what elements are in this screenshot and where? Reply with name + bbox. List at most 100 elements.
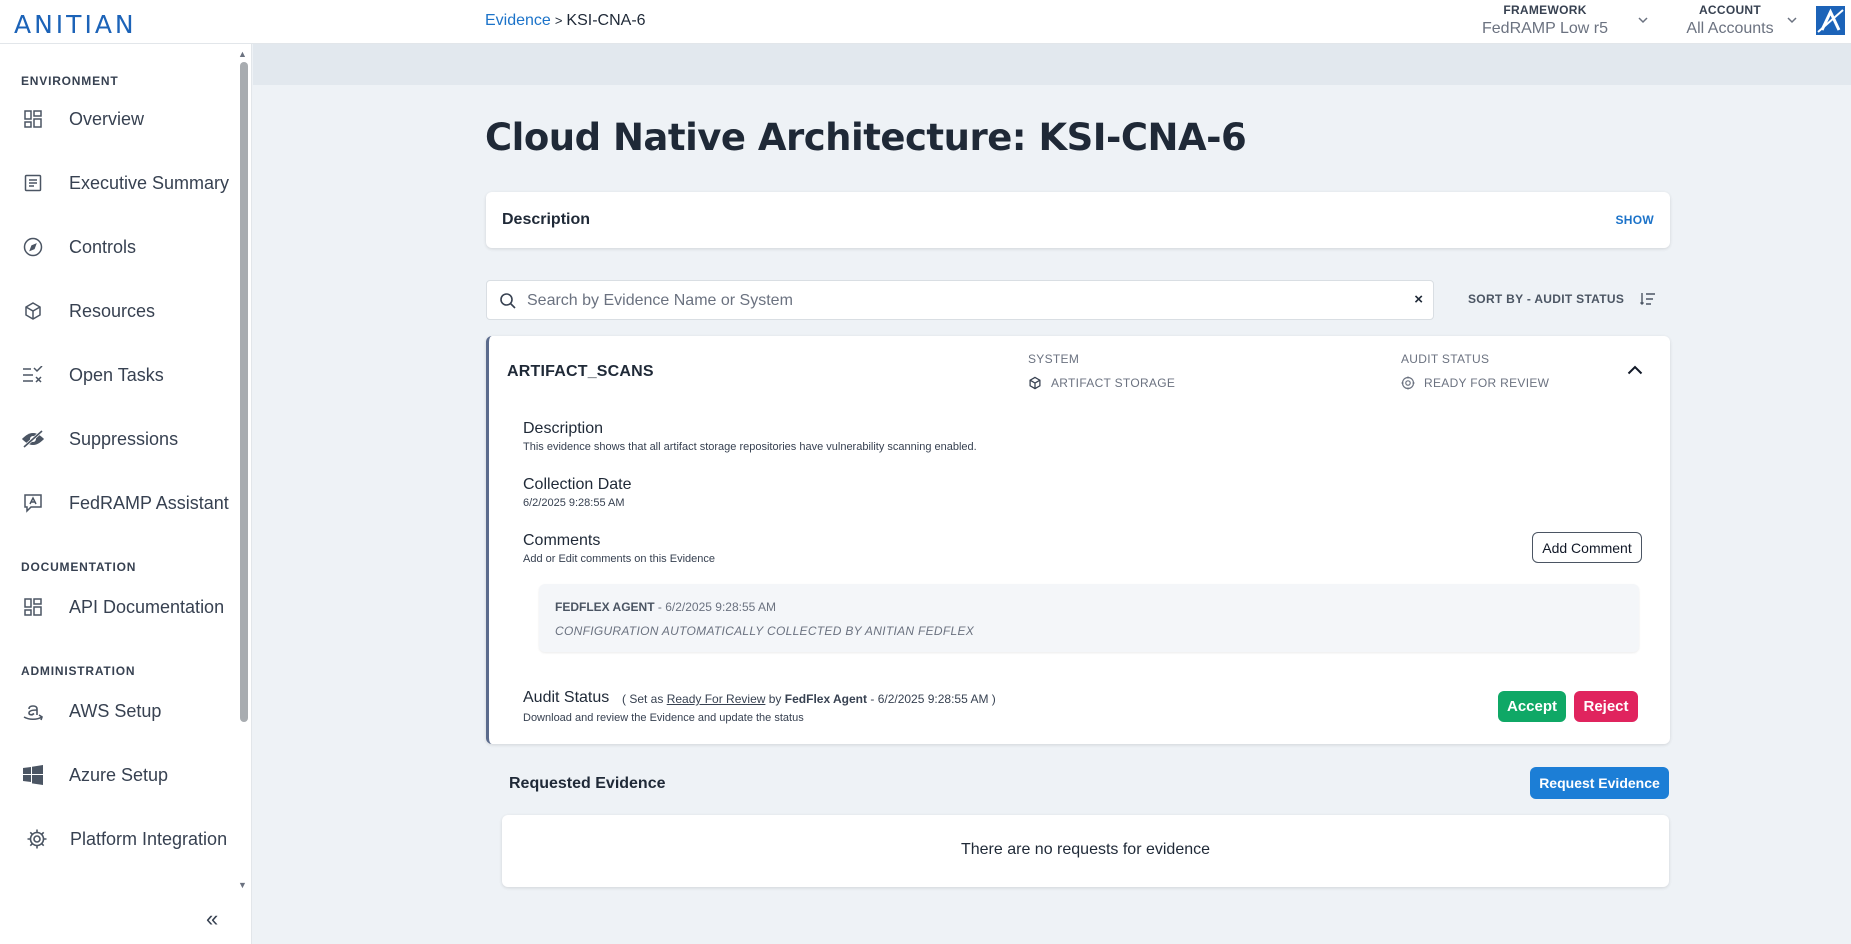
eye-off-icon	[20, 426, 46, 452]
description-text: This evidence shows that all artifact st…	[523, 441, 977, 453]
page-title: Cloud Native Architecture: KSI-CNA-6	[485, 116, 1247, 159]
audit-prefix: ( Set as	[622, 692, 664, 706]
system-label: SYSTEM	[1028, 352, 1080, 366]
comment-header: FEDFLEX AGENT - 6/2/2025 9:28:55 AM	[555, 600, 776, 614]
amazon-icon	[20, 698, 46, 724]
compass-icon	[20, 234, 46, 260]
audit-status-value-text: READY FOR REVIEW	[1424, 376, 1550, 390]
section-documentation: DOCUMENTATION	[21, 560, 137, 574]
framework-selector[interactable]: FRAMEWORK FedRAMP Low r5	[1470, 3, 1620, 38]
comment-author: FEDFLEX AGENT	[555, 600, 655, 614]
account-selector[interactable]: ACCOUNT All Accounts	[1670, 3, 1790, 38]
sidebar-item-label: Open Tasks	[69, 364, 164, 385]
chevron-down-icon[interactable]	[1787, 12, 1797, 27]
clear-search-icon[interactable]: ×	[1414, 291, 1423, 308]
account-label: ACCOUNT	[1698, 3, 1762, 17]
add-comment-button[interactable]: Add Comment	[1532, 532, 1642, 563]
system-value-text: ARTIFACT STORAGE	[1051, 376, 1176, 390]
evidence-card: ARTIFACT_SCANS SYSTEM ARTIFACT STORAGE A…	[486, 336, 1670, 744]
brand-mark-icon[interactable]	[1816, 6, 1845, 35]
description-panel-title: Description	[502, 211, 591, 228]
sidebar-item-label: Suppressions	[69, 428, 179, 449]
framework-value: FedRAMP Low r5	[1482, 20, 1608, 37]
sidebar-item-overview[interactable]: Overview	[0, 94, 238, 144]
framework-label: FRAMEWORK	[1503, 3, 1587, 17]
sidebar-item-api-documentation[interactable]: API Documentation	[0, 582, 238, 632]
sidebar-item-label: API Documentation	[69, 596, 225, 617]
show-description-button[interactable]: SHOW	[1615, 213, 1654, 227]
chevron-up-icon[interactable]	[1627, 362, 1643, 380]
sidebar-item-label: FedRAMP Assistant	[69, 492, 229, 513]
chevron-down-icon[interactable]	[1638, 12, 1648, 27]
sidebar-item-controls[interactable]: Controls	[0, 222, 238, 272]
document-icon	[20, 170, 46, 196]
description-title: Description	[523, 420, 604, 437]
audit-status-title: Audit Status	[523, 689, 610, 706]
requested-evidence-panel: There are no requests for evidence	[502, 815, 1669, 887]
comment-item: FEDFLEX AGENT - 6/2/2025 9:28:55 AM CONF…	[539, 584, 1639, 652]
section-environment: ENVIRONMENT	[21, 74, 119, 88]
sidebar-scroll-thumb[interactable]	[240, 62, 248, 722]
comment-body: CONFIGURATION AUTOMATICALLY COLLECTED BY…	[555, 624, 975, 638]
collection-date-value: 6/2/2025 9:28:55 AM	[523, 497, 625, 509]
dashboard-icon	[20, 106, 46, 132]
sidebar-item-executive-summary[interactable]: Executive Summary	[0, 158, 238, 208]
sidebar-item-label: Executive Summary	[69, 172, 230, 193]
sidebar-item-label: Resources	[69, 300, 156, 321]
breadcrumb: Evidence > KSI-CNA-6	[485, 12, 646, 30]
evidence-name[interactable]: ARTIFACT_SCANS	[507, 363, 654, 381]
search-input[interactable]	[527, 289, 1367, 313]
sidebar-item-label: Overview	[69, 108, 145, 129]
sidebar-item-open-tasks[interactable]: Open Tasks	[0, 350, 238, 400]
reject-button[interactable]: Reject	[1574, 691, 1638, 722]
requested-evidence-title: Requested Evidence	[509, 775, 666, 792]
tasks-icon	[20, 362, 46, 388]
system-value: ARTIFACT STORAGE	[1028, 376, 1175, 390]
section-administration: ADMINISTRATION	[21, 664, 136, 678]
sidebar-item-fedramp-assistant[interactable]: FedRAMP Assistant	[0, 478, 238, 528]
sidebar-item-label: Controls	[69, 236, 137, 257]
sidebar-item-platform-integration[interactable]: Platform Integration	[0, 814, 238, 864]
breadcrumb-separator: >	[554, 13, 563, 28]
dashboard-icon	[20, 594, 46, 620]
collection-date-title: Collection Date	[523, 476, 632, 493]
assistant-icon	[20, 490, 46, 516]
audit-suffix: - 6/2/2025 9:28:55 AM )	[870, 692, 996, 706]
sidebar: ENVIRONMENT Overview Executive Summary C…	[0, 44, 252, 944]
description-panel: Description SHOW	[486, 192, 1670, 248]
cube-icon	[1029, 376, 1041, 390]
sidebar-item-azure-setup[interactable]: Azure Setup	[0, 750, 238, 800]
top-bar: ANITIAN FRAMEWORK FedRAMP Low r5 ACCOUNT…	[0, 0, 1851, 44]
sidebar-item-label: Azure Setup	[69, 764, 169, 785]
comments-title: Comments	[523, 532, 601, 549]
empty-state-text: There are no requests for evidence	[960, 841, 1211, 858]
request-evidence-button[interactable]: Request Evidence	[1530, 767, 1669, 799]
breadcrumb-bar	[253, 44, 1851, 85]
sidebar-item-label: Platform Integration	[70, 828, 228, 849]
sidebar-item-resources[interactable]: Resources	[0, 286, 238, 336]
windows-icon	[20, 762, 46, 788]
breadcrumb-link-evidence[interactable]: Evidence	[485, 12, 551, 29]
audit-by: by	[768, 692, 782, 706]
search-icon	[499, 292, 517, 315]
sidebar-item-suppressions[interactable]: Suppressions	[0, 414, 238, 464]
audit-status-detail: ( Set as Ready For Review by FedFlex Age…	[622, 692, 996, 706]
collapse-sidebar-icon[interactable]: «	[206, 906, 218, 932]
sort-by-button[interactable]: SORT BY - AUDIT STATUS	[1468, 292, 1624, 306]
sidebar-item-aws-setup[interactable]: AWS Setup	[0, 686, 238, 736]
account-value: All Accounts	[1686, 20, 1774, 37]
audit-status-value: READY FOR REVIEW	[1401, 376, 1549, 390]
scroll-down-icon[interactable]: ▼	[238, 880, 247, 890]
anitian-logo[interactable]: ANITIAN	[14, 10, 137, 39]
review-badge-icon	[1401, 376, 1415, 390]
audit-status-label: AUDIT STATUS	[1401, 352, 1490, 366]
gear-icon	[24, 826, 50, 852]
accept-button[interactable]: Accept	[1498, 691, 1566, 722]
sort-list-icon[interactable]	[1640, 292, 1656, 311]
search-box: ×	[486, 280, 1434, 320]
audit-status-link[interactable]: Ready For Review	[667, 692, 766, 706]
sidebar-item-label: AWS Setup	[69, 700, 162, 721]
scroll-up-icon[interactable]: ▲	[238, 49, 247, 59]
audit-status-subtitle: Download and review the Evidence and upd…	[523, 712, 804, 724]
comments-subtitle: Add or Edit comments on this Evidence	[523, 553, 715, 565]
